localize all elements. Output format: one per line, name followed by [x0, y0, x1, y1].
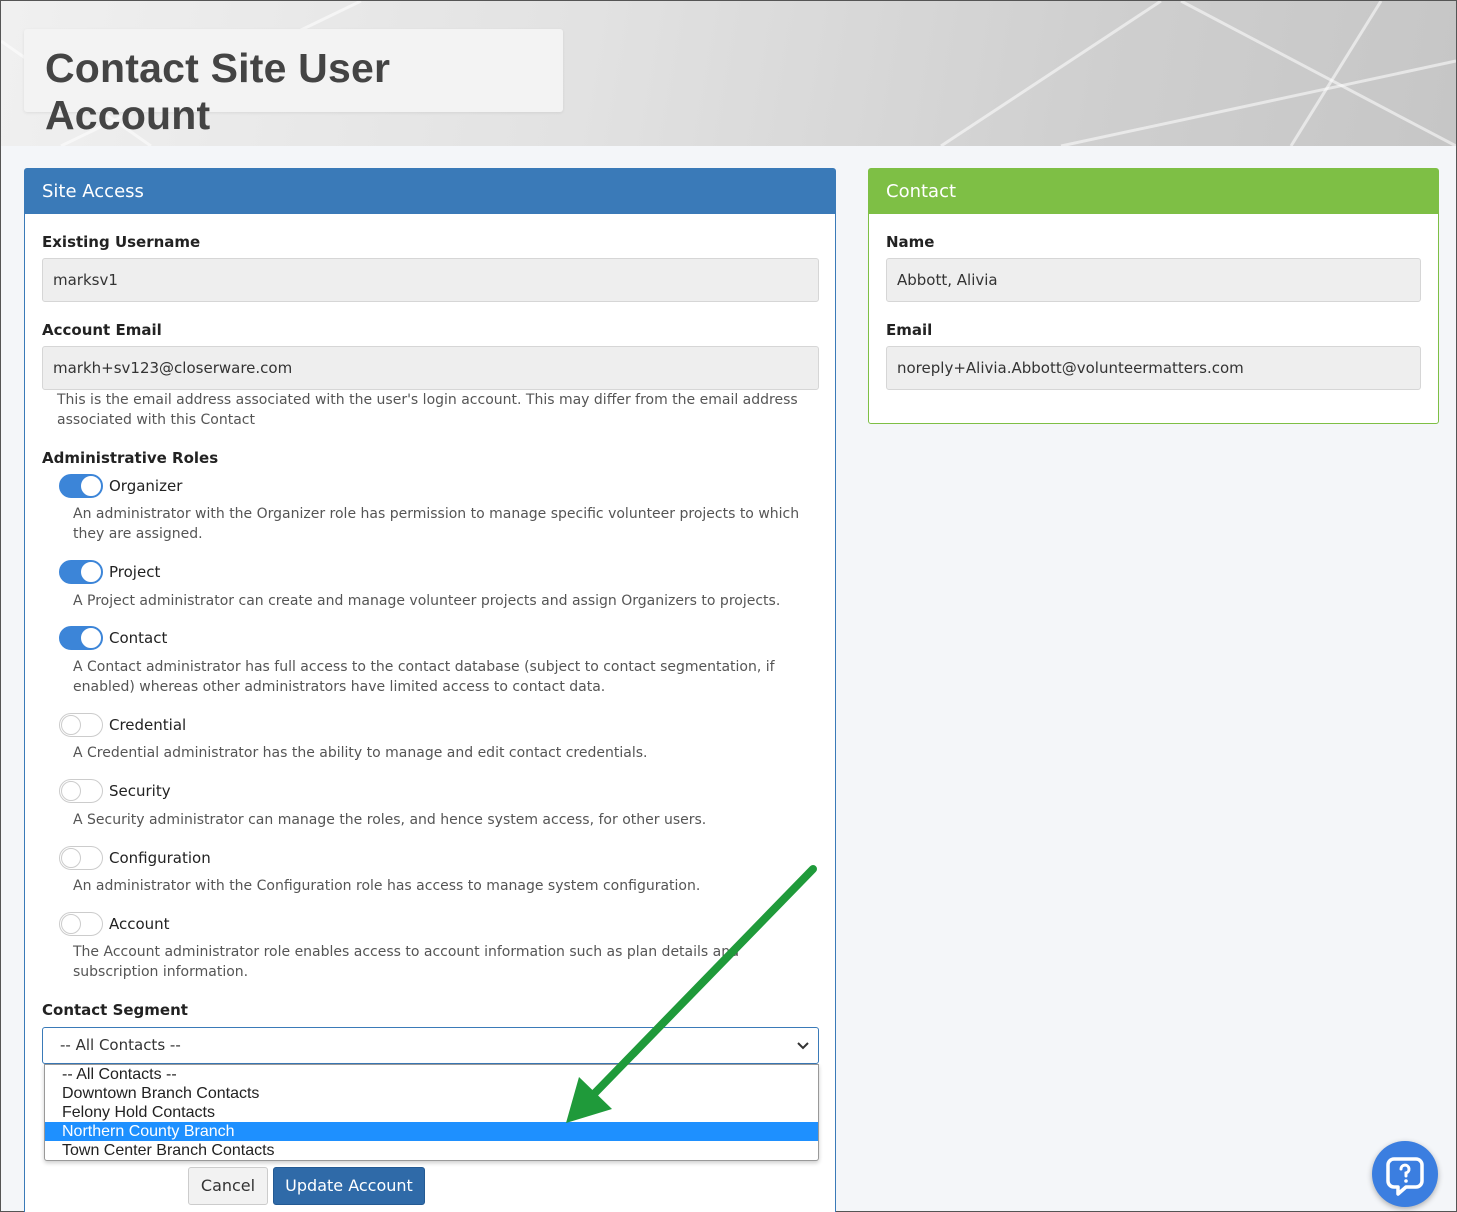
role-name-project: Project: [109, 563, 161, 581]
username-label: Existing Username: [42, 233, 201, 251]
contact-panel: Contact Name Abbott, Alivia Email norepl…: [868, 168, 1439, 424]
contact-segment-select[interactable]: -- All Contacts --: [42, 1027, 819, 1064]
toggle-knob: [61, 715, 81, 735]
username-field[interactable]: marksv1: [42, 258, 819, 302]
toggle-knob: [81, 562, 101, 582]
contact-name-label: Name: [886, 233, 935, 251]
role-description-organizer: An administrator with the Organizer role…: [73, 506, 800, 542]
credential-toggle[interactable]: [59, 713, 103, 737]
update-account-button[interactable]: Update Account: [273, 1167, 425, 1205]
toggle-knob: [81, 476, 101, 496]
account-toggle[interactable]: [59, 912, 103, 936]
role-description-project: A Project administrator can create and m…: [73, 593, 781, 609]
help-chat-button[interactable]: [1372, 1141, 1438, 1207]
role-name-organizer: Organizer: [109, 477, 183, 495]
role-description-configuration: An administrator with the Configuration …: [73, 878, 701, 894]
role-name-security: Security: [109, 782, 171, 800]
toggle-knob: [61, 781, 81, 801]
role-description-credential: A Credential administrator has the abili…: [73, 745, 648, 761]
page-title-box: Contact Site User Account: [24, 29, 563, 138]
help-chat-icon: [1386, 1157, 1424, 1196]
toggle-knob: [61, 848, 81, 868]
contact-segment-dropdown: -- All Contacts -- Downtown Branch Conta…: [44, 1064, 819, 1161]
configuration-toggle[interactable]: [59, 846, 103, 870]
role-name-configuration: Configuration: [109, 849, 211, 867]
page-title: Contact Site User Account: [45, 45, 391, 138]
role-name-contact: Contact: [109, 629, 168, 647]
toggle-knob: [81, 628, 101, 648]
site-access-panel: Site Access Existing Username marksv1 Ac…: [24, 168, 836, 1212]
project-toggle[interactable]: [59, 560, 103, 584]
contact-name-field[interactable]: Abbott, Alivia: [886, 258, 1421, 302]
contact-header: Contact: [869, 169, 1438, 214]
contact-email-field[interactable]: noreply+Alivia.Abbott@volunteermatters.c…: [886, 346, 1421, 390]
admin-roles-label: Administrative Roles: [42, 449, 219, 467]
segment-option[interactable]: Felony Hold Contacts: [45, 1103, 818, 1122]
role-description-security: A Security administrator can manage the …: [73, 812, 707, 828]
contact-email-label: Email: [886, 321, 933, 339]
segment-option[interactable]: -- All Contacts --: [45, 1065, 818, 1084]
contact-segment-value: -- All Contacts --: [60, 1036, 181, 1054]
account-email-help: This is the email address associated wit…: [57, 392, 798, 428]
cancel-button[interactable]: Cancel: [188, 1167, 268, 1205]
segment-option-highlighted[interactable]: Northern County Branch: [45, 1122, 818, 1141]
account-email-label: Account Email: [42, 321, 162, 339]
role-name-account: Account: [109, 915, 170, 933]
account-email-field[interactable]: markh+sv123@closerware.com: [42, 346, 819, 390]
toggle-knob: [61, 914, 81, 934]
contact-toggle[interactable]: [59, 626, 103, 650]
role-description-contact: A Contact administrator has full access …: [73, 659, 775, 695]
segment-option[interactable]: Downtown Branch Contacts: [45, 1084, 818, 1103]
role-name-credential: Credential: [109, 716, 187, 734]
header-banner: Contact Site User Account: [1, 1, 1456, 146]
contact-segment-label: Contact Segment: [42, 1001, 188, 1019]
organizer-toggle[interactable]: [59, 474, 103, 498]
segment-option[interactable]: Town Center Branch Contacts: [45, 1141, 818, 1160]
site-access-header: Site Access: [25, 169, 835, 214]
security-toggle[interactable]: [59, 779, 103, 803]
role-description-account: The Account administrator role enables a…: [73, 944, 739, 980]
